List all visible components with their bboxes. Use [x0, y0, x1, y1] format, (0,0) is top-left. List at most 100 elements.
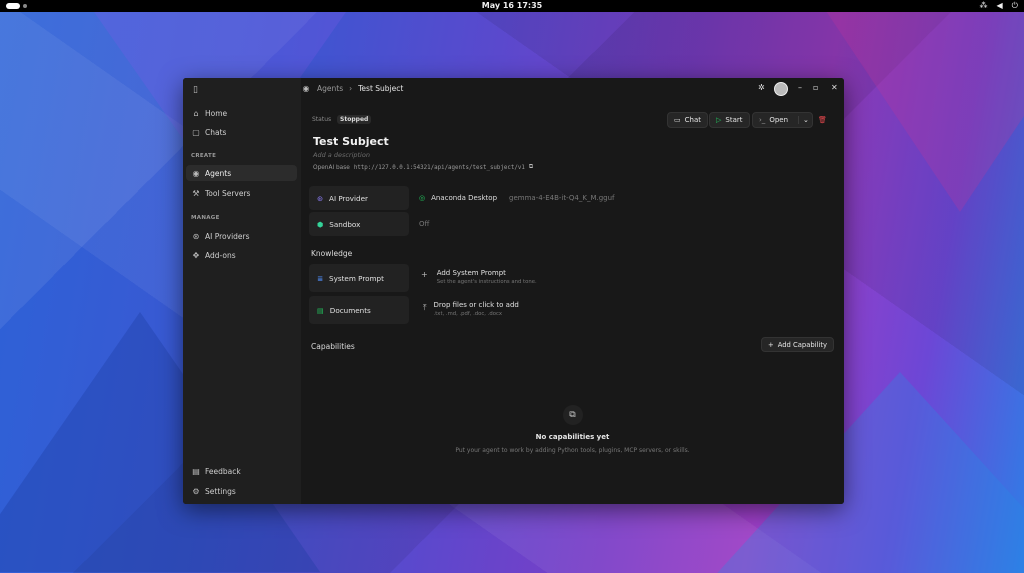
plus-icon: + [768, 340, 774, 349]
provider-name: Anaconda Desktop [431, 194, 498, 202]
model-name: gemma-4-E4B-it-Q4_K_M.gguf [509, 194, 615, 202]
system-tray[interactable]: ⁂ ◀ ⏻ [980, 1, 1018, 11]
cube-icon: ⬢ [317, 219, 324, 229]
empty-state-icon-wrap: ⧉ [301, 402, 844, 425]
copy-icon[interactable]: ⧉ [529, 164, 533, 171]
drop-zone[interactable]: ⤒ Drop files or click to add .txt, .md, … [423, 301, 519, 317]
ai-provider-card[interactable]: ⊛ AI Provider [309, 186, 409, 210]
agent-icon: ◉ [302, 84, 310, 93]
system-prompt-label: System Prompt [329, 273, 384, 283]
sidebar-item-label: Home [205, 108, 228, 118]
chat-button-label: Chat [684, 116, 701, 124]
sidebar: ▯ ⌂ Home ▢ Chats CREATE ◉ Agents ⚒ Tool … [183, 78, 301, 504]
file-icon: ▤ [317, 305, 324, 315]
drop-subtitle: .txt, .md, .pdf, .doc, .docx [433, 311, 503, 317]
description-field[interactable]: Add a description [313, 151, 370, 159]
add-prompt-subtitle: Set the agent's instructions and tone. [436, 279, 537, 285]
server-icon: ⚒ [192, 188, 200, 198]
sidebar-item-label: Settings [205, 486, 236, 496]
add-system-prompt[interactable]: + Add System Prompt Set the agent's inst… [421, 269, 537, 285]
add-capability-label: Add Capability [777, 340, 828, 349]
plus-icon: + [421, 270, 428, 279]
sidebar-item-settings[interactable]: ⚙ Settings [186, 483, 297, 499]
play-icon: ▷ [716, 116, 722, 124]
system-prompt-card[interactable]: ≣ System Prompt [309, 264, 409, 292]
sandbox-value[interactable]: Off [419, 220, 429, 228]
sidebar-item-add-ons[interactable]: ✥ Add-ons [186, 247, 297, 263]
system-clock[interactable]: May 16 17:35 [0, 1, 1024, 10]
breadcrumb-separator: › [349, 84, 353, 93]
section-manage: MANAGE [191, 215, 220, 221]
empty-state-subtitle: Put your agent to work by adding Python … [455, 447, 690, 454]
minimize-icon[interactable]: – [798, 83, 802, 92]
system-top-bar: May 16 17:35 ⁂ ◀ ⏻ [0, 0, 1024, 12]
status-row: Status Stopped [312, 115, 372, 124]
documents-card[interactable]: ▤ Documents [309, 296, 409, 324]
ai-provider-label: AI Provider [329, 193, 368, 203]
sandbox-card[interactable]: ⬢ Sandbox [309, 212, 409, 236]
sidebar-item-feedback[interactable]: ▤ Feedback [186, 463, 297, 479]
api-base-row: OpenAI base http://127.0.0.1:54321/api/a… [313, 164, 533, 171]
sidebar-item-agents[interactable]: ◉ Agents [186, 165, 297, 181]
sidebar-item-ai-providers[interactable]: ⊛ AI Providers [186, 228, 297, 244]
api-base-url: http://127.0.0.1:54321/api/agents/test_s… [353, 164, 525, 171]
app-window: ▯ ⌂ Home ▢ Chats CREATE ◉ Agents ⚒ Tool … [183, 78, 844, 504]
start-button[interactable]: ▷ Start [709, 112, 750, 128]
sidebar-item-tool-servers[interactable]: ⚒ Tool Servers [186, 185, 297, 201]
puzzle-icon: ✥ [192, 250, 200, 260]
sidebar-item-label: Agents [205, 168, 232, 178]
ai-provider-value[interactable]: ◎ Anaconda Desktop gemma-4-E4B-it-Q4_K_M… [419, 194, 615, 202]
avatar[interactable] [774, 82, 788, 96]
gear-icon: ⚙ [192, 486, 200, 496]
add-capability-button[interactable]: + Add Capability [761, 337, 835, 352]
plugin-icon[interactable]: ✲ [758, 83, 765, 92]
status-badge: Stopped [337, 115, 372, 124]
sidebar-item-label: Feedback [205, 466, 241, 476]
start-button-label: Start [725, 116, 743, 124]
empty-state-title: No capabilities yet [535, 433, 610, 441]
agent-name[interactable]: Test Subject [313, 135, 389, 148]
upload-icon: ⤒ [423, 303, 427, 312]
open-button[interactable]: ›_ Open ⌄ [752, 112, 813, 128]
section-create: CREATE [191, 153, 217, 159]
capabilities-heading: Capabilities [311, 342, 355, 351]
sidebar-item-chats[interactable]: ▢ Chats [186, 124, 297, 140]
terminal-icon: ›_ [759, 116, 766, 124]
power-icon[interactable]: ⏻ [1012, 1, 1018, 11]
ai-icon: ⊛ [192, 231, 200, 241]
volume-icon[interactable]: ◀ [997, 1, 1003, 11]
documents-label: Documents [329, 305, 371, 315]
sidebar-item-label: AI Providers [205, 231, 250, 241]
network-icon[interactable]: ⁂ [980, 1, 988, 11]
chat-icon: ▢ [192, 127, 200, 137]
chevron-down-icon[interactable]: ⌄ [798, 116, 809, 124]
sidebar-item-label: Chats [205, 127, 227, 137]
sandbox-label: Sandbox [329, 219, 361, 229]
open-button-label: Open [769, 116, 789, 124]
sidebar-item-label: Add-ons [205, 250, 236, 260]
trash-icon: 🗑 [818, 116, 827, 124]
link-icon: ⧉ [562, 405, 583, 425]
provider-icon: ⊛ [317, 193, 324, 203]
main-panel: ◉ Agents › Test Subject ✲ – ▫ ✕ ✲ Status… [301, 78, 844, 504]
sidebar-toggle-icon[interactable]: ▯ [193, 85, 198, 95]
add-prompt-title: Add System Prompt [436, 269, 506, 277]
agent-icon: ◉ [192, 168, 200, 178]
knowledge-heading: Knowledge [311, 249, 353, 258]
delete-button[interactable]: 🗑 [814, 112, 831, 128]
chat-button[interactable]: ▭ Chat [667, 112, 708, 128]
close-icon[interactable]: ✕ [831, 83, 838, 92]
home-icon: ⌂ [193, 108, 199, 118]
feedback-icon: ▤ [192, 466, 200, 476]
breadcrumb-parent[interactable]: Agents [317, 84, 343, 93]
chat-icon: ▭ [674, 116, 681, 124]
maximize-icon[interactable]: ▫ [813, 83, 818, 92]
anaconda-icon: ◎ [419, 194, 426, 202]
status-label: Status [312, 116, 332, 123]
sidebar-item-home[interactable]: ⌂ Home [186, 105, 297, 121]
drop-title: Drop files or click to add [433, 301, 519, 309]
breadcrumb: ◉ Agents › Test Subject [301, 84, 404, 93]
breadcrumb-current: Test Subject [358, 84, 404, 93]
document-icon: ≣ [317, 273, 324, 283]
api-base-label: OpenAI base [313, 164, 350, 171]
